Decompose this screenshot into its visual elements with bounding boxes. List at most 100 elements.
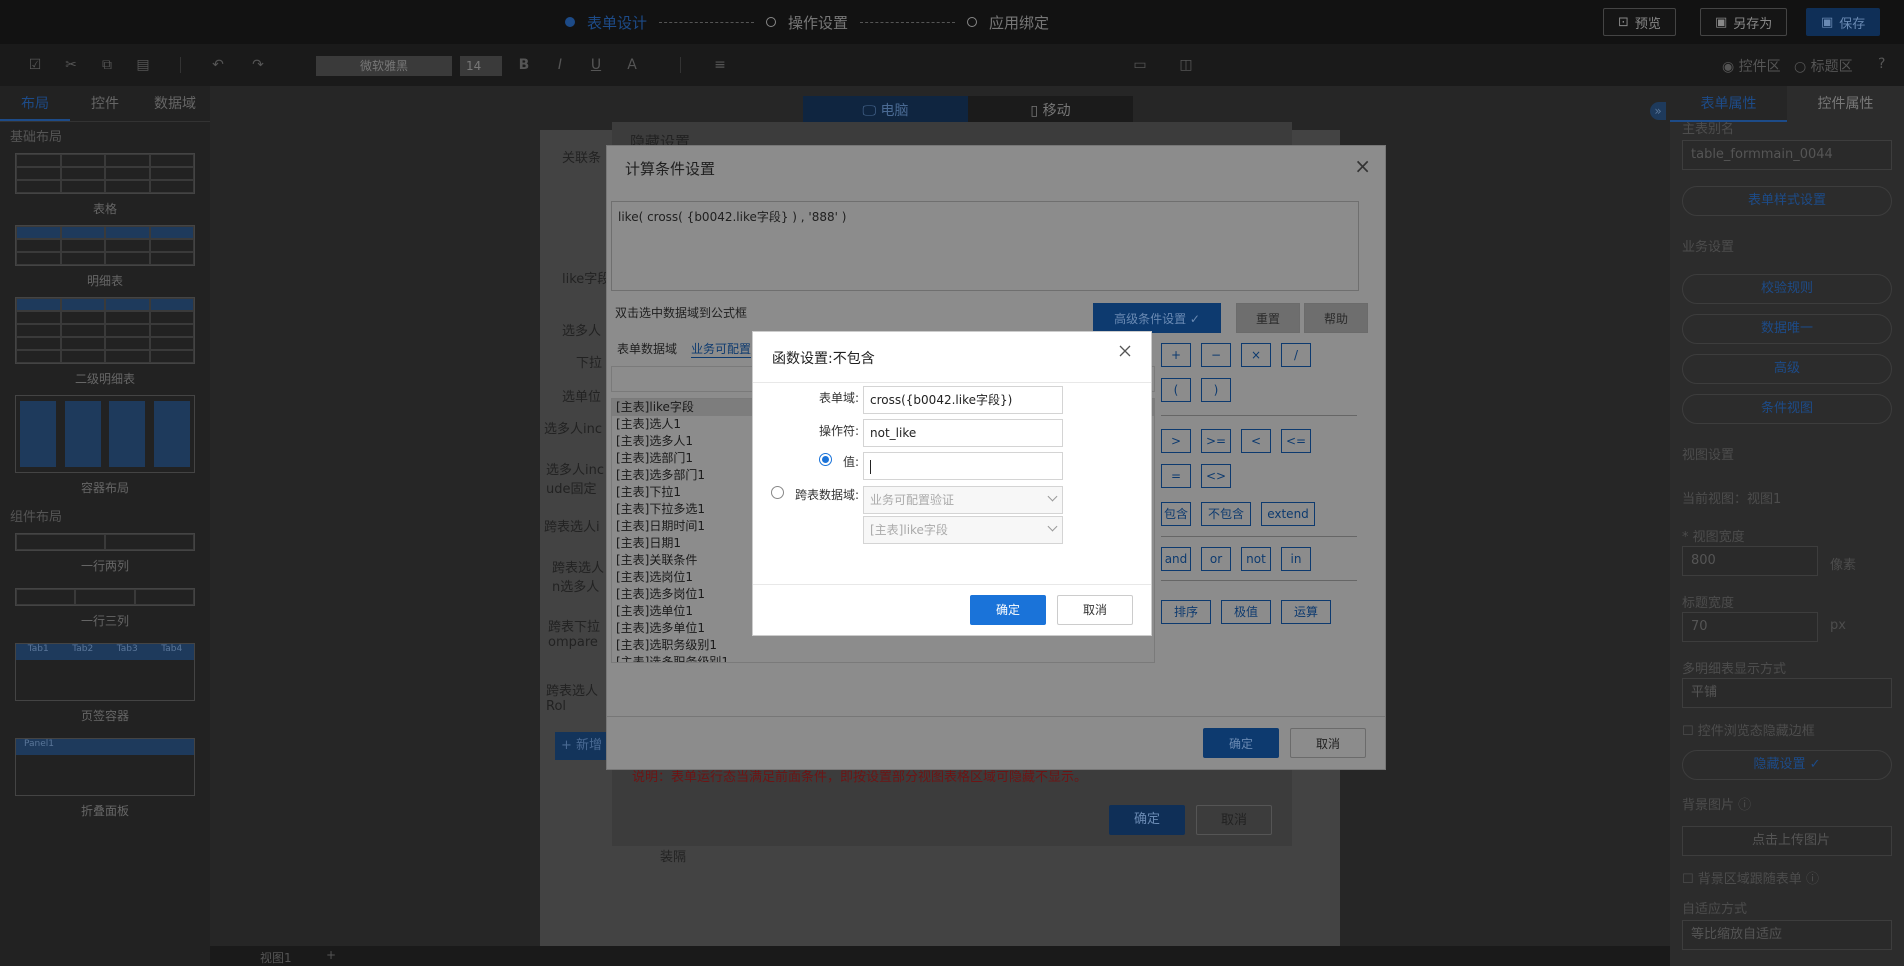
sort-button[interactable]: 排序 — [1161, 600, 1211, 624]
add-row-button[interactable]: + 新增 — [555, 732, 611, 760]
op-or-button[interactable]: or — [1201, 547, 1231, 571]
multi-detail-select[interactable]: 平铺 — [1682, 678, 1892, 708]
component-detail-table[interactable]: 明细表 — [15, 225, 195, 289]
function-ok-button[interactable]: 确定 — [970, 595, 1046, 625]
redo-icon[interactable]: ↷ — [250, 57, 266, 73]
form-style-button[interactable]: 表单样式设置 — [1682, 186, 1892, 216]
close-icon[interactable] — [1117, 343, 1133, 359]
conditional-view-button[interactable]: 条件视图 — [1682, 394, 1892, 424]
extreme-button[interactable]: 极值 — [1221, 600, 1271, 624]
form-field-input[interactable]: cross({b0042.like字段}) — [863, 386, 1063, 414]
adapt-select[interactable]: 等比缩放自适应 — [1682, 920, 1892, 950]
component-row2[interactable]: 一行两列 — [15, 533, 195, 574]
hidden-ok-button[interactable]: 确定 — [1109, 805, 1185, 835]
op-multiply-button[interactable]: × — [1241, 343, 1271, 367]
formula-textarea[interactable]: like( cross( {b0042.like字段} ) , '888' ) — [611, 201, 1359, 291]
tab-form-properties[interactable]: 表单属性 — [1670, 86, 1787, 122]
collapse-right-icon[interactable]: » — [1650, 102, 1666, 120]
tab-form-fields[interactable]: 表单数据域 — [617, 340, 677, 358]
op-plus-button[interactable]: + — [1161, 343, 1191, 367]
view-tab[interactable]: 视图1 — [260, 949, 292, 966]
paste-icon[interactable]: ▤ — [135, 57, 151, 73]
cut-icon[interactable]: ✂ — [63, 57, 79, 73]
component-table[interactable]: 表格 — [15, 153, 195, 217]
op-lt-button[interactable]: < — [1241, 429, 1271, 453]
op-extend-button[interactable]: extend — [1261, 502, 1315, 526]
font-family-select[interactable]: 微软雅黑 — [316, 56, 452, 76]
bold-icon[interactable]: B — [516, 57, 532, 73]
calc-ok-button[interactable]: 确定 — [1203, 728, 1279, 758]
hidden-cancel-button[interactable]: 取消 — [1196, 805, 1272, 835]
cross-table-radio[interactable] — [771, 486, 784, 499]
op-eq-button[interactable]: = — [1161, 464, 1191, 488]
copy-icon[interactable]: ⧉ — [99, 57, 115, 73]
tab-layout[interactable]: 布局 — [0, 86, 70, 121]
function-cancel-button[interactable]: 取消 — [1057, 595, 1133, 625]
cross-table-select-2[interactable]: [主表]like字段 — [863, 516, 1063, 544]
save-button[interactable]: ▣ 保存 — [1806, 8, 1881, 36]
view-mode-controls[interactable]: ◉ 控件区 — [1722, 56, 1781, 76]
value-input[interactable] — [863, 452, 1063, 480]
list-item[interactable]: [主表]选职务级别1 — [612, 637, 1154, 654]
bg-follow-checkbox[interactable]: ☐ 背景区域跟随表单 ⓘ — [1682, 868, 1819, 887]
border-icon[interactable]: ▭ — [1132, 57, 1148, 73]
calc-cancel-button[interactable]: 取消 — [1290, 728, 1366, 758]
close-icon[interactable]: × — [1354, 154, 1371, 178]
value-radio[interactable] — [819, 453, 832, 466]
component-tab-container[interactable]: Tab1 Tab2 Tab3 Tab4 页签容器 — [15, 643, 195, 724]
hide-settings-button[interactable]: 隐藏设置 ✓ — [1682, 750, 1892, 780]
op-gt-button[interactable]: > — [1161, 429, 1191, 453]
layout-icon[interactable]: ◫ — [1178, 57, 1194, 73]
italic-icon[interactable]: I — [552, 57, 568, 73]
step-operation-settings[interactable]: 操作设置 — [766, 12, 848, 33]
op-neq-button[interactable]: <> — [1201, 464, 1231, 488]
title-width-input[interactable]: 70 — [1682, 612, 1818, 642]
undo-icon[interactable]: ↶ — [210, 57, 226, 73]
help-icon[interactable]: ? — [1878, 56, 1885, 72]
component-collapse[interactable]: Panel1 折叠面板 — [15, 738, 195, 819]
component-row3[interactable]: 一行三列 — [15, 588, 195, 629]
operator-input[interactable]: not_like — [863, 419, 1063, 447]
advanced-button[interactable]: 高级 — [1682, 354, 1892, 384]
op-rparen-button[interactable]: ) — [1201, 378, 1231, 402]
reset-button[interactable]: 重置 — [1236, 303, 1300, 333]
op-lparen-button[interactable]: ( — [1161, 378, 1191, 402]
data-unique-button[interactable]: 数据唯一 — [1682, 314, 1892, 344]
align-icon[interactable]: ≡ — [712, 57, 728, 73]
alias-input[interactable]: table_formmain_0044 — [1682, 140, 1892, 170]
cross-table-select-1[interactable]: 业务可配置验证 — [863, 486, 1063, 514]
step-form-design[interactable]: 表单设计 — [565, 12, 647, 33]
op-lte-button[interactable]: <= — [1281, 429, 1311, 453]
preview-button[interactable]: ⊡ 预览 — [1603, 8, 1676, 36]
op-minus-button[interactable]: − — [1201, 343, 1231, 367]
hide-border-checkbox[interactable]: ☐ 控件浏览态隐藏边框 — [1682, 720, 1815, 739]
view-width-input[interactable]: 800 — [1682, 546, 1818, 576]
advanced-condition-button[interactable]: 高级条件设置 ✓ — [1093, 303, 1221, 333]
tab-controls[interactable]: 控件 — [70, 86, 140, 121]
font-size-select[interactable]: 14 — [460, 56, 502, 76]
save-as-button[interactable]: ▣ 另存为 — [1700, 8, 1788, 36]
op-and-button[interactable]: and — [1161, 547, 1191, 571]
font-color-icon[interactable]: A — [624, 57, 640, 73]
underline-icon[interactable]: U — [588, 57, 604, 73]
upload-image-button[interactable]: 点击上传图片 — [1682, 826, 1892, 856]
component-detail2-table[interactable]: 二级明细表 — [15, 297, 195, 387]
list-item[interactable]: [主表]选多职务级别1 — [612, 654, 1154, 662]
help-button[interactable]: 帮助 — [1304, 303, 1368, 333]
component-container[interactable]: 容器布局 — [15, 395, 195, 496]
step-app-binding[interactable]: 应用绑定 — [967, 12, 1049, 33]
op-contains-button[interactable]: 包含 — [1161, 502, 1191, 526]
compute-button[interactable]: 运算 — [1281, 600, 1331, 624]
add-view-icon[interactable]: + — [326, 948, 336, 962]
view-mode-title[interactable]: ○ 标题区 — [1794, 56, 1853, 76]
tab-biz-configurable[interactable]: 业务可配置 — [691, 340, 752, 358]
format-painter-icon[interactable]: ☑ — [27, 57, 43, 73]
validation-rules-button[interactable]: 校验规则 — [1682, 274, 1892, 304]
op-not-button[interactable]: not — [1241, 547, 1271, 571]
op-divide-button[interactable]: / — [1281, 343, 1311, 367]
op-not-contains-button[interactable]: 不包含 — [1201, 502, 1251, 526]
tab-control-properties[interactable]: 控件属性 — [1787, 86, 1904, 122]
op-gte-button[interactable]: >= — [1201, 429, 1231, 453]
tab-data-domain[interactable]: 数据域 — [140, 86, 210, 121]
op-in-button[interactable]: in — [1281, 547, 1311, 571]
